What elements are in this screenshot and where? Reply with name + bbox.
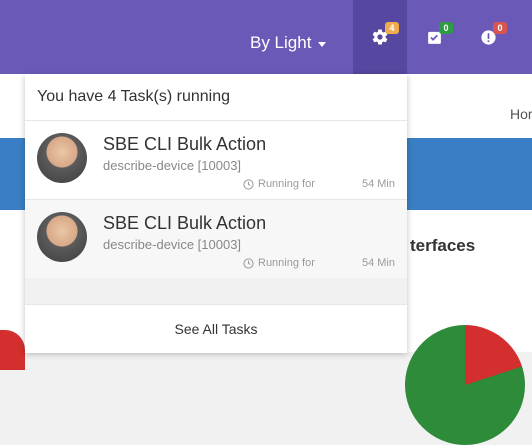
task-item[interactable]: SBE CLI Bulk Action describe-device [100… — [25, 121, 407, 200]
task-status: Running for — [243, 257, 315, 269]
avatar — [37, 212, 87, 262]
task-status-label: Running for — [258, 178, 315, 190]
dropdown-spacer — [25, 278, 407, 304]
task-status: Running for — [243, 178, 315, 190]
chevron-down-icon — [318, 41, 327, 47]
tasks-dropdown: You have 4 Task(s) running SBE CLI Bulk … — [25, 74, 407, 353]
task-duration: 54 Min — [361, 178, 395, 190]
section-title: terfaces — [410, 236, 476, 255]
see-all-tasks-link[interactable]: See All Tasks — [25, 304, 407, 353]
checks-button[interactable]: 0 — [407, 0, 461, 74]
task-title: SBE CLI Bulk Action — [103, 134, 267, 154]
pie-chart — [405, 325, 525, 445]
top-navbar: By Light 4 0 0 — [0, 0, 532, 74]
home-link[interactable]: Hor — [510, 106, 532, 122]
tasks-button[interactable]: 4 — [353, 0, 407, 74]
task-status-label: Running for — [258, 257, 315, 269]
alerts-count-badge: 0 — [493, 22, 507, 34]
avatar — [37, 133, 87, 183]
task-item[interactable]: SBE CLI Bulk Action describe-device [100… — [25, 200, 407, 279]
user-menu[interactable]: By Light — [250, 31, 327, 55]
checks-count-badge: 0 — [439, 22, 453, 34]
task-subtitle: describe-device [10003] — [103, 237, 242, 252]
user-menu-label: By Light — [250, 33, 312, 52]
task-subtitle: describe-device [10003] — [103, 158, 242, 173]
clock-icon — [243, 257, 254, 269]
task-title: SBE CLI Bulk Action — [103, 213, 267, 233]
dropdown-header: You have 4 Task(s) running — [25, 74, 407, 121]
clock-icon — [243, 178, 254, 190]
task-duration: 54 Min — [361, 257, 395, 269]
alerts-button[interactable]: 0 — [461, 0, 515, 74]
tasks-count-badge: 4 — [385, 22, 399, 34]
